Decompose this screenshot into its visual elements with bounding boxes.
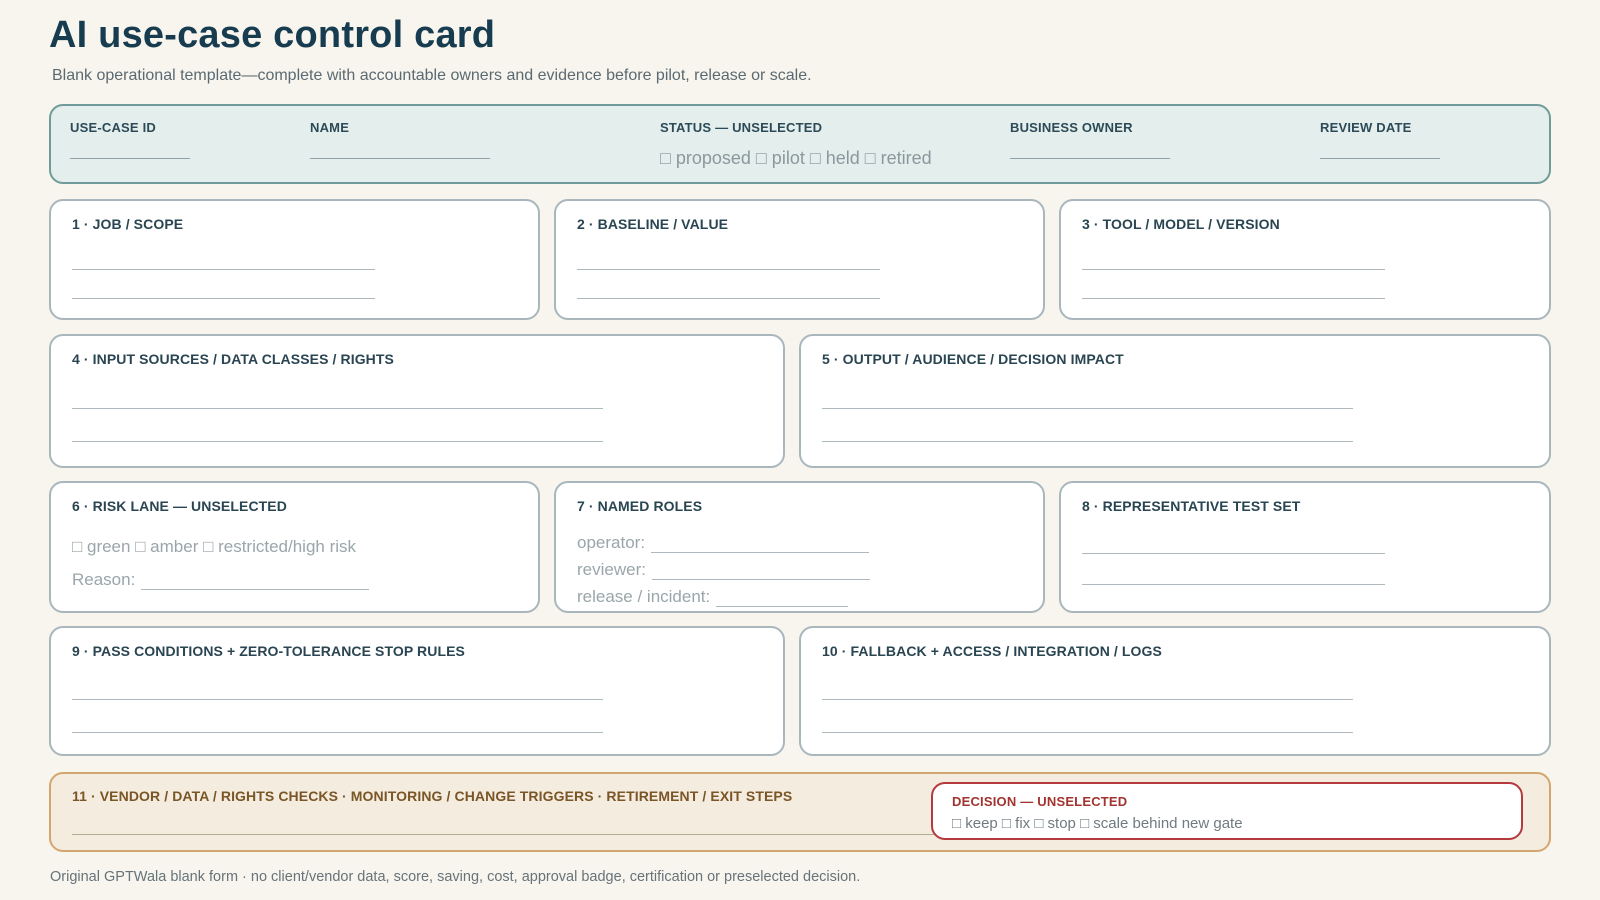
section-8-label: 8 · REPRESENTATIVE TEST SET bbox=[1082, 498, 1301, 514]
section-1-card: 1 · JOB / SCOPE bbox=[49, 199, 540, 320]
section-1-line-1[interactable] bbox=[72, 269, 375, 270]
section-1-label: 1 · JOB / SCOPE bbox=[72, 216, 184, 232]
name-input-line[interactable] bbox=[310, 158, 490, 159]
section-6-label: 6 · RISK LANE — UNSELECTED bbox=[72, 498, 287, 514]
use-case-id-label: USE-CASE ID bbox=[70, 120, 156, 135]
release-incident-row: release / incident: bbox=[577, 587, 849, 607]
section-7-card: 7 · NAMED ROLES operator: reviewer: rele… bbox=[554, 481, 1045, 613]
section-3-line-1[interactable] bbox=[1082, 269, 1385, 270]
section-10-card: 10 · FALLBACK + ACCESS / INTEGRATION / L… bbox=[799, 626, 1551, 756]
reviewer-row: reviewer: bbox=[577, 560, 870, 580]
section-11-label: 11 · VENDOR / DATA / RIGHTS CHECKS · MON… bbox=[72, 788, 793, 804]
section-1-line-2[interactable] bbox=[72, 298, 375, 299]
release-incident-label: release / incident: bbox=[577, 587, 711, 606]
release-incident-input-line[interactable] bbox=[716, 593, 849, 607]
section-10-line-2[interactable] bbox=[822, 732, 1353, 733]
page-subtitle: Blank operational template—complete with… bbox=[52, 67, 812, 84]
decision-options[interactable]: □ keep □ fix □ stop □ scale behind new g… bbox=[952, 815, 1243, 832]
section-9-card: 9 · PASS CONDITIONS + ZERO-TOLERANCE STO… bbox=[49, 626, 785, 756]
section-7-label: 7 · NAMED ROLES bbox=[577, 498, 703, 514]
section-9-label: 9 · PASS CONDITIONS + ZERO-TOLERANCE STO… bbox=[72, 643, 465, 659]
section-5-line-1[interactable] bbox=[822, 408, 1353, 409]
section-10-line-1[interactable] bbox=[822, 699, 1353, 700]
section-5-line-2[interactable] bbox=[822, 441, 1353, 442]
section-10-label: 10 · FALLBACK + ACCESS / INTEGRATION / L… bbox=[822, 643, 1162, 659]
use-case-id-field: USE-CASE ID bbox=[70, 120, 156, 135]
risk-reason-label: Reason: bbox=[72, 570, 136, 589]
section-4-card: 4 · INPUT SOURCES / DATA CLASSES / RIGHT… bbox=[49, 334, 785, 468]
business-owner-field: BUSINESS OWNER bbox=[1010, 120, 1133, 135]
section-4-label: 4 · INPUT SOURCES / DATA CLASSES / RIGHT… bbox=[72, 351, 394, 367]
header-card: USE-CASE ID NAME STATUS — UNSELECTED □ p… bbox=[49, 104, 1551, 184]
section-2-line-1[interactable] bbox=[577, 269, 880, 270]
status-label: STATUS — UNSELECTED bbox=[660, 120, 823, 135]
section-6-card: 6 · RISK LANE — UNSELECTED □ green □ amb… bbox=[49, 481, 540, 613]
section-2-label: 2 · BASELINE / VALUE bbox=[577, 216, 729, 232]
status-options[interactable]: □ proposed □ pilot □ held □ retired bbox=[660, 148, 932, 169]
business-owner-input-line[interactable] bbox=[1010, 158, 1170, 159]
operator-input-line[interactable] bbox=[651, 539, 870, 553]
section-5-card: 5 · OUTPUT / AUDIENCE / DECISION IMPACT bbox=[799, 334, 1551, 468]
section-8-card: 8 · REPRESENTATIVE TEST SET bbox=[1059, 481, 1551, 613]
operator-label: operator: bbox=[577, 533, 646, 552]
review-date-label: REVIEW DATE bbox=[1320, 120, 1412, 135]
name-label: NAME bbox=[310, 120, 350, 135]
risk-lane-options[interactable]: □ green □ amber □ restricted/high risk bbox=[72, 537, 356, 557]
section-8-line-2[interactable] bbox=[1082, 584, 1385, 585]
operator-row: operator: bbox=[577, 533, 870, 553]
risk-reason-input-line[interactable] bbox=[141, 576, 370, 590]
reviewer-input-line[interactable] bbox=[651, 566, 870, 580]
risk-reason-row: Reason: bbox=[72, 570, 370, 590]
section-3-label: 3 · TOOL / MODEL / VERSION bbox=[1082, 216, 1280, 232]
section-2-line-2[interactable] bbox=[577, 298, 880, 299]
decision-box: DECISION — UNSELECTED □ keep □ fix □ sto… bbox=[931, 782, 1523, 840]
section-4-line-2[interactable] bbox=[72, 441, 603, 442]
review-date-input-line[interactable] bbox=[1320, 158, 1440, 159]
footer-note: Original GPTWala blank form · no client/… bbox=[50, 869, 861, 885]
reviewer-label: reviewer: bbox=[577, 560, 646, 579]
section-4-line-1[interactable] bbox=[72, 408, 603, 409]
review-date-field: REVIEW DATE bbox=[1320, 120, 1412, 135]
section-11-line[interactable] bbox=[72, 834, 952, 835]
business-owner-label: BUSINESS OWNER bbox=[1010, 120, 1133, 135]
section-9-line-2[interactable] bbox=[72, 732, 603, 733]
decision-label: DECISION — UNSELECTED bbox=[952, 794, 1128, 809]
page-title: AI use-case control card bbox=[49, 14, 496, 56]
use-case-id-input-line[interactable] bbox=[70, 158, 190, 159]
section-5-label: 5 · OUTPUT / AUDIENCE / DECISION IMPACT bbox=[822, 351, 1124, 367]
name-field: NAME bbox=[310, 120, 349, 135]
section-9-line-1[interactable] bbox=[72, 699, 603, 700]
section-11-card: 11 · VENDOR / DATA / RIGHTS CHECKS · MON… bbox=[49, 772, 1551, 852]
section-3-line-2[interactable] bbox=[1082, 298, 1385, 299]
section-8-line-1[interactable] bbox=[1082, 553, 1385, 554]
section-2-card: 2 · BASELINE / VALUE bbox=[554, 199, 1045, 320]
status-field: STATUS — UNSELECTED bbox=[660, 120, 822, 135]
section-3-card: 3 · TOOL / MODEL / VERSION bbox=[1059, 199, 1551, 320]
